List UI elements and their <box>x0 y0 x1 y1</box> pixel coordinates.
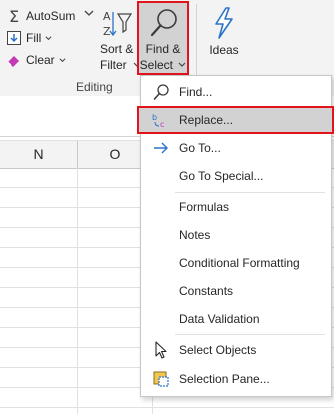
menu-item-label: Go To Special... <box>179 169 264 183</box>
menu-item-go-to-special[interactable]: Go To Special... <box>141 163 331 189</box>
magnifier-icon <box>150 9 177 37</box>
menu-item-constants[interactable]: Constants <box>141 278 331 304</box>
autosum-button[interactable]: Σ AutoSum <box>6 6 75 26</box>
sort-filter-label-2: Filter <box>100 57 141 73</box>
clear-button[interactable]: Clear <box>6 50 66 70</box>
menu-item-label: Constants <box>179 284 234 298</box>
fill-label: Fill <box>26 31 42 45</box>
menu-item-conditional-formatting[interactable]: Conditional Formatting <box>141 250 331 276</box>
pointer-icon <box>152 341 170 359</box>
find-select-label-1: Find & <box>145 42 181 56</box>
find-select-menu: Find... b c Replace... Go To... Go To Sp… <box>137 75 334 397</box>
menu-item-selection-pane[interactable]: Selection Pane... <box>141 366 331 392</box>
autosum-dropdown[interactable] <box>84 7 94 17</box>
menu-item-notes[interactable]: Notes <box>141 222 331 248</box>
editing-group-label: Editing <box>76 80 113 94</box>
lightning-icon <box>215 7 233 39</box>
svg-text:b: b <box>152 113 157 122</box>
column-header-n[interactable]: N <box>0 141 78 168</box>
clear-label: Clear <box>26 53 55 67</box>
chevron-down-icon <box>45 35 52 40</box>
menu-item-find[interactable]: Find... <box>141 79 331 105</box>
selection-pane-icon <box>152 370 170 388</box>
fill-down-icon <box>6 30 22 46</box>
menu-separator <box>175 334 325 335</box>
replace-icon: b c <box>152 111 170 129</box>
sort-filter-button[interactable]: A Z Sort & Filter <box>98 2 141 76</box>
menu-item-formulas[interactable]: Formulas <box>141 194 331 220</box>
menu-item-label: Select Objects <box>179 343 257 357</box>
menu-item-replace[interactable]: b c Replace... <box>137 106 334 134</box>
menu-item-go-to[interactable]: Go To... <box>141 135 331 161</box>
find-select-button[interactable]: Find & Select <box>137 1 189 75</box>
arrow-right-icon <box>152 139 170 157</box>
menu-item-label: Conditional Formatting <box>179 256 300 270</box>
sort-filter-label-1: Sort & <box>100 42 134 56</box>
menu-item-label: Notes <box>179 228 211 242</box>
menu-item-label: Go To... <box>179 141 221 155</box>
eraser-icon <box>6 52 22 68</box>
menu-item-label: Selection Pane... <box>179 372 270 386</box>
fill-button[interactable]: Fill <box>6 28 52 48</box>
sort-filter-icon: A Z <box>103 10 132 38</box>
menu-item-label: Formulas <box>179 200 230 214</box>
chevron-down-icon <box>84 10 94 16</box>
menu-separator <box>175 192 325 193</box>
menu-item-data-validation[interactable]: Data Validation <box>141 306 331 332</box>
menu-item-label: Replace... <box>179 113 234 127</box>
ideas-label: Ideas <box>209 43 239 57</box>
chevron-down-icon <box>59 57 66 62</box>
svg-text:A: A <box>103 10 111 23</box>
menu-item-label: Find... <box>179 85 213 99</box>
menu-item-label: Data Validation <box>179 312 260 326</box>
chevron-down-icon <box>178 62 186 67</box>
sigma-icon: Σ <box>8 6 20 26</box>
autosum-label: AutoSum <box>26 9 76 23</box>
ideas-button[interactable]: Ideas <box>203 2 245 76</box>
svg-text:c: c <box>160 120 164 129</box>
magnifier-icon <box>152 83 170 101</box>
menu-item-select-objects[interactable]: Select Objects <box>141 337 331 363</box>
find-select-label-2: Select <box>139 57 187 73</box>
